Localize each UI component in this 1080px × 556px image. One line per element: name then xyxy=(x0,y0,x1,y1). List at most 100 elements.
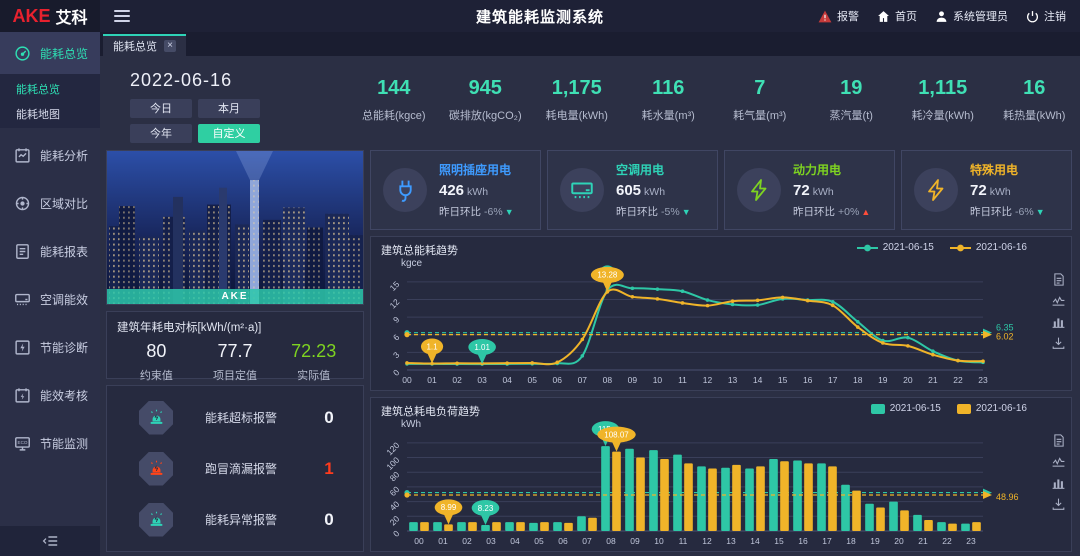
stat-item: 144总能耗(kgce) xyxy=(348,77,440,123)
bar-switch-icon[interactable] xyxy=(1052,316,1065,328)
svg-text:09: 09 xyxy=(630,536,640,546)
city-image: AKE xyxy=(106,150,364,305)
topbar-actions: 报警 首页 系统管理员 注销 xyxy=(818,8,1080,24)
card-unit: kWh xyxy=(467,186,488,198)
range-button-2[interactable]: 今年 xyxy=(130,124,192,143)
usage-card-1[interactable]: 空调用电605kWh昨日环比-5%▼ xyxy=(547,150,718,230)
siren-icon xyxy=(147,510,166,529)
sidebar-item-2[interactable]: 区域对比 xyxy=(0,182,100,224)
sidebar-item-6[interactable]: 能效考核 xyxy=(0,374,100,416)
usage-card-0[interactable]: 照明插座用电426kWh昨日环比-6%▼ xyxy=(370,150,541,230)
logout-button[interactable]: 注销 xyxy=(1026,8,1066,24)
svg-text:01: 01 xyxy=(427,375,437,385)
svg-text:ECO: ECO xyxy=(18,439,28,444)
page-title: 建筑能耗监测系统 xyxy=(476,6,604,27)
chart-toolbox xyxy=(1052,273,1065,349)
usage-cards-row: 照明插座用电426kWh昨日环比-6%▼空调用电605kWh昨日环比-5%▼动力… xyxy=(370,150,1072,230)
logo-text-en: AKE xyxy=(12,6,50,27)
stat-item: 19蒸汽量(t) xyxy=(806,77,898,123)
svg-text:00: 00 xyxy=(414,536,424,546)
admin-menu[interactable]: 系统管理员 xyxy=(935,8,1008,24)
usage-card-3[interactable]: 特殊用电72kWh昨日环比-6%▼ xyxy=(901,150,1072,230)
right-column: 照明插座用电426kWh昨日环比-6%▼空调用电605kWh昨日环比-5%▼动力… xyxy=(370,150,1072,552)
siren-icon xyxy=(147,408,166,427)
svg-text:8.23: 8.23 xyxy=(478,504,494,513)
card-compare: 昨日环比+0%▲ xyxy=(793,204,870,219)
sidebar-item-7[interactable]: ECO节能监测 xyxy=(0,422,100,464)
line-switch-icon[interactable] xyxy=(1052,456,1065,468)
tab-energy-overview[interactable]: 能耗总览 × xyxy=(103,34,186,56)
legend-item[interactable]: 2021-06-16 xyxy=(950,242,1027,253)
svg-text:15: 15 xyxy=(778,375,788,385)
eco-monitor-icon: ECO xyxy=(14,435,31,452)
plug-icon xyxy=(383,168,427,212)
sidebar-item-1[interactable]: 能耗分析 xyxy=(0,134,100,176)
bolt-square-icon xyxy=(14,339,31,356)
legend-item[interactable]: 2021-06-15 xyxy=(871,403,941,414)
power-icon xyxy=(1026,10,1039,23)
data-view-icon[interactable] xyxy=(1052,273,1065,286)
ac-unit-icon xyxy=(560,168,604,212)
stat-label: 耗冷量(kWh) xyxy=(897,107,989,123)
svg-text:18: 18 xyxy=(853,375,863,385)
svg-text:17: 17 xyxy=(828,375,838,385)
sidebar-collapse-button[interactable] xyxy=(0,526,100,556)
svg-text:03: 03 xyxy=(477,375,487,385)
card-value: 426kWh xyxy=(439,182,514,199)
usage-card-2[interactable]: 动力用电72kWh昨日环比+0%▲ xyxy=(724,150,895,230)
sidebar-item-4[interactable]: 空调能效 xyxy=(0,278,100,320)
svg-text:10: 10 xyxy=(653,375,663,385)
range-button-1[interactable]: 本月 xyxy=(198,99,260,118)
report-icon xyxy=(14,243,31,260)
logo: AKE 艾科 xyxy=(0,0,100,32)
svg-text:22: 22 xyxy=(942,536,952,546)
legend-item[interactable]: 2021-06-15 xyxy=(857,242,934,253)
legend-item[interactable]: 2021-06-16 xyxy=(957,403,1027,414)
line-switch-icon[interactable] xyxy=(1052,295,1065,307)
svg-text:12: 12 xyxy=(703,375,713,385)
svg-text:108.07: 108.07 xyxy=(604,430,629,439)
range-button-0[interactable]: 今日 xyxy=(130,99,192,118)
home-button[interactable]: 首页 xyxy=(877,8,917,24)
data-view-icon[interactable] xyxy=(1052,434,1065,447)
sidebar-item-3[interactable]: 能耗报表 xyxy=(0,230,100,272)
sidebar-item-0[interactable]: 能耗总览 xyxy=(0,32,100,74)
card-delta: -6% xyxy=(1015,206,1034,218)
svg-text:20: 20 xyxy=(903,375,913,385)
card-title: 动力用电 xyxy=(793,161,870,178)
svg-text:0: 0 xyxy=(391,367,402,378)
sidebar-subitem-0[interactable]: 能耗总览 xyxy=(0,76,100,101)
range-buttons: 今日本月今年自定义 xyxy=(130,99,280,143)
svg-text:120: 120 xyxy=(384,440,401,457)
stat-label: 耗水量(m³) xyxy=(623,107,715,123)
svg-text:00: 00 xyxy=(402,375,412,385)
logout-label: 注销 xyxy=(1044,8,1066,24)
alarm-button[interactable]: 报警 xyxy=(818,8,859,24)
card-compare: 昨日环比-6%▼ xyxy=(970,204,1045,219)
range-button-3[interactable]: 自定义 xyxy=(198,124,260,143)
alarm-count: 0 xyxy=(309,408,349,428)
content: 能耗总览 × 2022-06-16 今日本月今年自定义 144总能耗(kgce)… xyxy=(100,32,1080,556)
close-icon[interactable]: × xyxy=(164,40,176,52)
svg-text:40: 40 xyxy=(388,499,402,513)
card-delta: +0% xyxy=(838,206,859,218)
card-unit: kWh xyxy=(990,186,1011,198)
svg-text:05: 05 xyxy=(527,375,537,385)
download-icon[interactable] xyxy=(1052,498,1065,510)
chart-legend: 2021-06-15 2021-06-16 xyxy=(871,403,1027,414)
svg-text:02: 02 xyxy=(452,375,462,385)
svg-text:1.01: 1.01 xyxy=(474,343,490,352)
svg-text:03: 03 xyxy=(486,536,496,546)
svg-text:14: 14 xyxy=(753,375,763,385)
sidebar-subitem-1[interactable]: 能耗地图 xyxy=(0,101,100,126)
stat-item: 945碳排放(kgCO₂) xyxy=(440,77,532,123)
svg-text:0: 0 xyxy=(391,528,402,539)
svg-text:6.02: 6.02 xyxy=(996,332,1014,342)
sidebar-item-5[interactable]: 节能诊断 xyxy=(0,326,100,368)
stat-label: 耗热量(kWh) xyxy=(989,107,1080,123)
svg-text:60: 60 xyxy=(388,484,402,498)
bar-switch-icon[interactable] xyxy=(1052,477,1065,489)
calendar-chart-icon xyxy=(14,147,31,164)
download-icon[interactable] xyxy=(1052,337,1065,349)
menu-icon[interactable] xyxy=(114,9,130,23)
